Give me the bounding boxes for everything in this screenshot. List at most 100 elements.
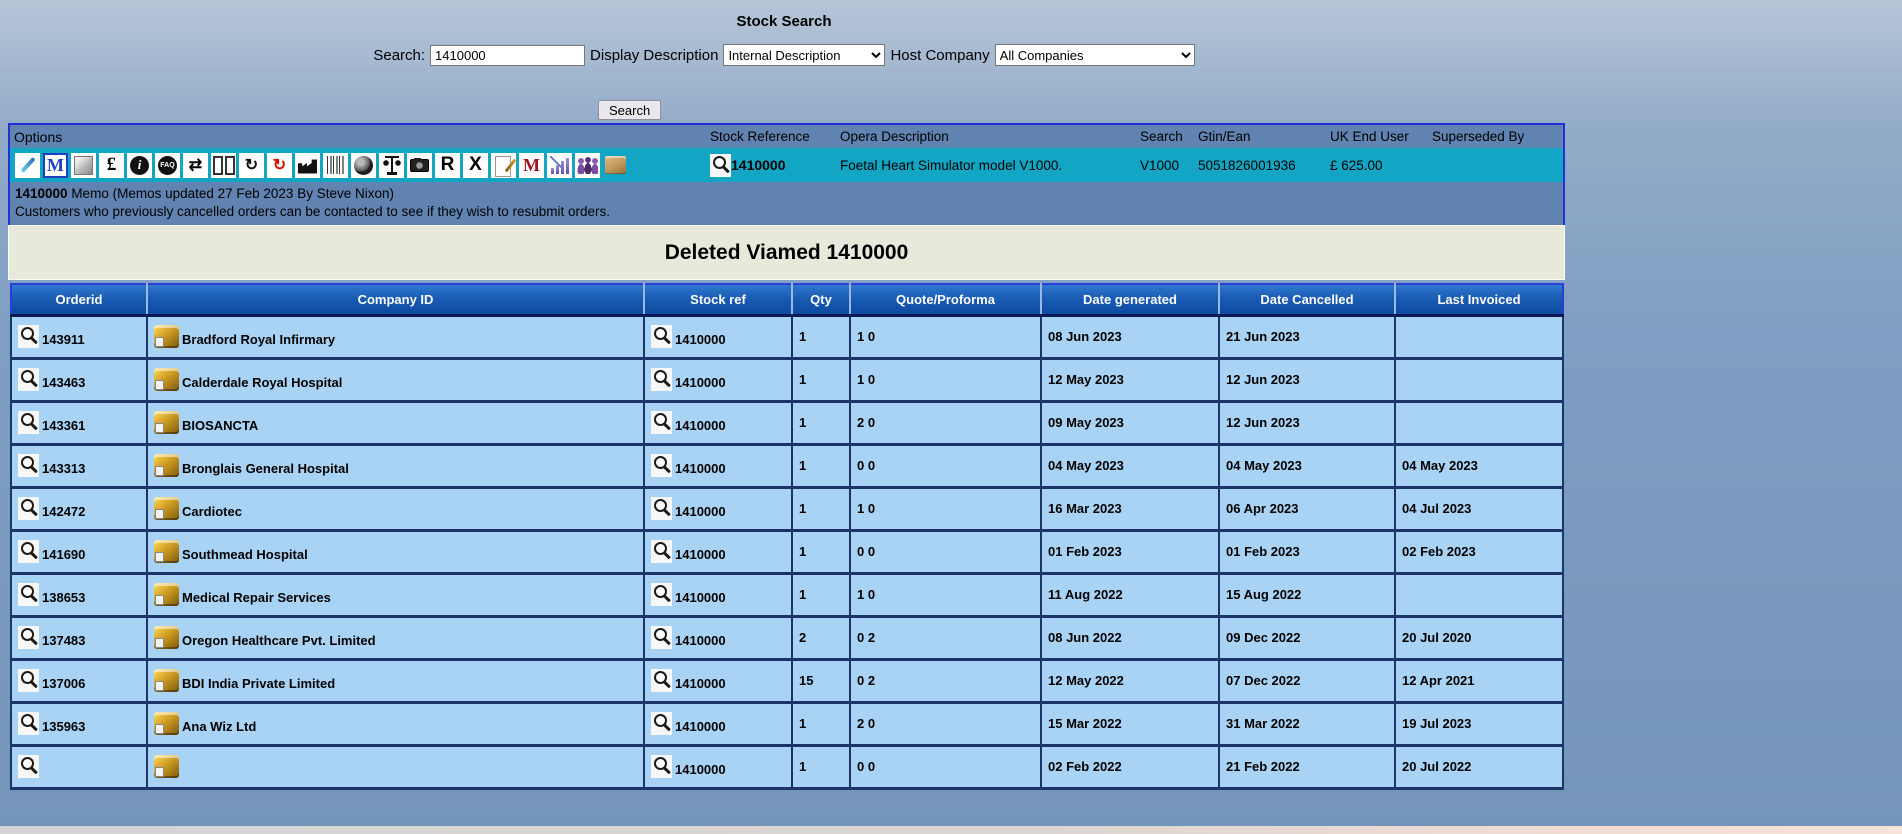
info-icon[interactable]: i (127, 153, 152, 178)
memo-m-red-icon[interactable]: M (519, 153, 544, 178)
company-name: BIOSANCTA (182, 418, 258, 434)
company-icon[interactable] (154, 325, 179, 348)
stock-ref-value: 1410000 (675, 504, 726, 520)
column-header: Qty (792, 284, 850, 315)
table-row: 141690Southmead Hospital141000010 001 Fe… (11, 530, 1563, 573)
display-description-select[interactable]: Internal Description (723, 44, 885, 66)
package-box-icon[interactable] (71, 153, 96, 178)
stock-magnifier-icon[interactable] (710, 154, 731, 177)
company-name: Oregon Healthcare Pvt. Limited (182, 633, 376, 649)
stock-ref-magnifier-icon[interactable] (651, 497, 672, 520)
search-button[interactable]: Search (598, 100, 661, 120)
column-header: Quote/Proforma (850, 284, 1041, 315)
date-generated-value: 04 May 2023 (1041, 444, 1219, 487)
stock-ref-magnifier-icon[interactable] (651, 755, 672, 778)
column-header: Stock ref (644, 284, 792, 315)
company-icon[interactable] (154, 368, 179, 391)
scales-icon[interactable] (379, 153, 404, 178)
superseded-by-header: Superseded By (1432, 129, 1563, 144)
orderid-value: 143313 (42, 461, 85, 477)
stock-ref-magnifier-icon[interactable] (651, 669, 672, 692)
gtin-ean-value: 5051826001936 (1198, 158, 1330, 173)
letter-r-icon[interactable]: R (435, 153, 460, 178)
search-input[interactable] (430, 45, 585, 66)
company-icon[interactable] (154, 454, 179, 477)
quote-proforma-value: 2 0 (850, 401, 1041, 444)
order-magnifier-icon[interactable] (18, 540, 39, 563)
order-magnifier-icon[interactable] (18, 325, 39, 348)
order-magnifier-icon[interactable] (18, 626, 39, 649)
stock-ref-magnifier-icon[interactable] (651, 368, 672, 391)
quote-proforma-value: 1 0 (850, 315, 1041, 358)
date-generated-value: 08 Jun 2023 (1041, 315, 1219, 358)
company-icon[interactable] (154, 626, 179, 649)
memo-m-icon[interactable]: M (43, 153, 68, 178)
stock-reference-header: Stock Reference (710, 129, 840, 144)
company-icon[interactable] (154, 497, 179, 520)
orderid-value: 143911 (42, 332, 85, 348)
column-header: Last Invoiced (1395, 284, 1563, 315)
order-magnifier-icon[interactable] (18, 669, 39, 692)
manufacturer-icon[interactable] (295, 153, 320, 178)
order-magnifier-icon[interactable] (18, 755, 39, 778)
orderid-value: 143361 (42, 418, 85, 434)
stock-ref-value: 1410000 (675, 547, 726, 563)
quote-proforma-value: 0 0 (850, 530, 1041, 573)
stock-ref-magnifier-icon[interactable] (651, 626, 672, 649)
faq-icon[interactable]: FAQ (155, 153, 180, 178)
table-row: 137006BDI India Private Limited141000015… (11, 659, 1563, 702)
letter-x-icon[interactable]: X (463, 153, 488, 178)
order-magnifier-icon[interactable] (18, 583, 39, 606)
cross-reference-icon[interactable]: ⇄ (183, 153, 208, 178)
refresh-icon[interactable]: ↻ (239, 153, 264, 178)
order-magnifier-icon[interactable] (18, 712, 39, 735)
qty-value: 1 (792, 401, 850, 444)
memo-body-text: Customers who previously cancelled order… (15, 203, 1558, 221)
company-name: Bradford Royal Infirmary (182, 332, 335, 348)
order-magnifier-icon[interactable] (18, 454, 39, 477)
options-panel: Options Stock Reference Opera Descriptio… (8, 123, 1565, 229)
lens-icon[interactable] (351, 153, 376, 178)
last-invoiced-value: 04 Jul 2023 (1395, 487, 1563, 530)
stock-box-icon[interactable] (603, 153, 628, 178)
stock-ref-magnifier-icon[interactable] (651, 411, 672, 434)
order-magnifier-icon[interactable] (18, 497, 39, 520)
statistics-icon[interactable] (547, 153, 572, 178)
table-row: 143463Calderdale Royal Hospital141000011… (11, 358, 1563, 401)
company-icon[interactable] (154, 712, 179, 735)
orderid-value: 137483 (42, 633, 85, 649)
company-icon[interactable] (154, 755, 179, 778)
barcode-icon[interactable] (323, 153, 348, 178)
options-label: Options (10, 129, 710, 145)
column-header: Company ID (147, 284, 644, 315)
refresh-red-icon[interactable]: ↻ (267, 153, 292, 178)
stock-ref-magnifier-icon[interactable] (651, 712, 672, 735)
users-icon[interactable] (575, 153, 600, 178)
orders-table: OrderidCompany IDStock refQtyQuote/Profo… (10, 283, 1564, 790)
company-icon[interactable] (154, 669, 179, 692)
price-pound-icon[interactable]: £ (99, 153, 124, 178)
window-edge-artifact (0, 826, 1902, 834)
stock-ref-magnifier-icon[interactable] (651, 540, 672, 563)
company-icon[interactable] (154, 411, 179, 434)
order-magnifier-icon[interactable] (18, 368, 39, 391)
stock-ref-magnifier-icon[interactable] (651, 325, 672, 348)
memo-block: 1410000 Memo (Memos updated 27 Feb 2023 … (10, 182, 1563, 227)
notes-icon[interactable] (491, 153, 516, 178)
related-items-icon[interactable] (211, 153, 236, 178)
host-company-select[interactable]: All Companies (995, 44, 1195, 66)
edit-pen-icon[interactable] (15, 153, 40, 178)
search-form: Search: Display Description Internal Des… (0, 44, 1568, 66)
company-icon[interactable] (154, 540, 179, 563)
page-background: { "page": { "title": "Stock Search" }, "… (0, 0, 1902, 834)
camera-icon[interactable] (407, 153, 432, 178)
date-generated-value: 12 May 2023 (1041, 358, 1219, 401)
order-magnifier-icon[interactable] (18, 411, 39, 434)
date-cancelled-value: 12 Jun 2023 (1219, 401, 1395, 444)
table-row: 143911Bradford Royal Infirmary141000011 … (11, 315, 1563, 358)
stock-ref-magnifier-icon[interactable] (651, 454, 672, 477)
company-icon[interactable] (154, 583, 179, 606)
date-cancelled-value: 06 Apr 2023 (1219, 487, 1395, 530)
stock-ref-magnifier-icon[interactable] (651, 583, 672, 606)
table-row: 141000010 002 Feb 202221 Feb 202220 Jul … (11, 745, 1563, 788)
